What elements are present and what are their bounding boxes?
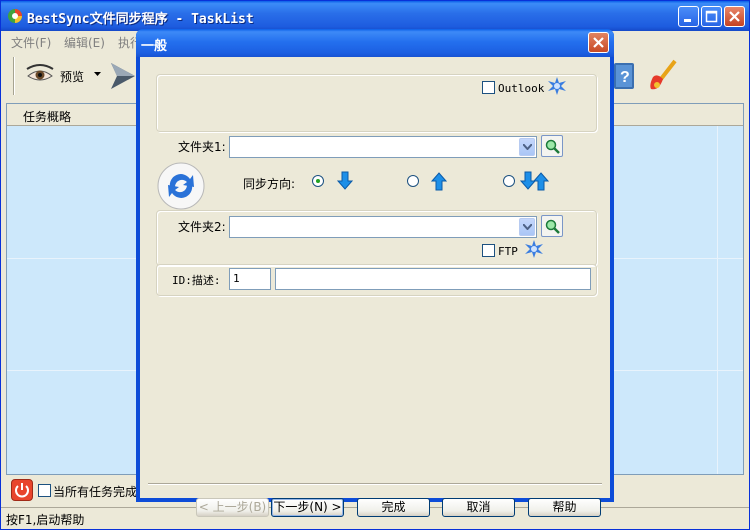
help-button[interactable]: 帮助 [528,498,601,517]
svg-text:?: ? [620,69,630,86]
ftp-settings-icon[interactable] [523,239,545,259]
ftp-label: FTP [498,245,518,258]
main-titlebar[interactable]: BestSync文件同步程序 - TaskList [1,1,749,31]
minimize-icon [684,19,691,22]
ftp-checkbox[interactable] [482,244,495,257]
finish-button-label: 完成 [381,500,406,514]
folder2-label: 文件夹2: [178,220,226,234]
sync-direction-label: 同步方向: [243,177,296,191]
all-tasks-done-checkbox[interactable] [38,484,51,497]
status-text: 按F1,启动帮助 [6,513,85,527]
prev-button-label: < 上一步(B) [198,500,267,514]
toolbar-grip [13,57,15,95]
preview-label: 预览 [60,70,85,84]
id-field[interactable]: 1 [229,268,271,290]
arrow-down-icon [337,171,353,190]
prev-button[interactable]: < 上一步(B) [196,498,269,517]
maximize-button[interactable] [701,6,722,27]
minimize-button[interactable] [678,6,699,27]
radio-selected-dot [316,179,320,183]
next-button-label: 下一步(N) > [273,500,342,514]
eye-icon [26,64,54,81]
folder1-combo[interactable] [229,136,537,158]
menu-edit[interactable]: 编辑(E) [64,34,105,51]
preview-dropdown-icon[interactable] [94,72,102,77]
close-icon [593,37,604,48]
cancel-button[interactable]: 取消 [442,498,515,517]
magnifier-icon [545,219,560,234]
dialog-titlebar[interactable]: 一般 [136,29,614,57]
sync-logo-icon [157,162,205,210]
outlook-label: Outlook [498,82,545,95]
finish-button[interactable]: 完成 [357,498,430,517]
power-icon [15,483,29,498]
menu-file[interactable]: 文件(F) [11,34,51,51]
chevron-down-icon [523,224,532,230]
folder1-browse-button[interactable] [541,135,563,157]
help-button-label: 帮助 [552,500,577,514]
folder2-browse-button[interactable] [541,215,563,237]
maximize-icon [705,10,718,23]
dialog-body: Outlook 文件夹1: 同步方向: 文件夹2: FTP ID:描述: 1 <… [140,57,610,517]
task-summary-column-header[interactable]: 任务概略 [23,108,71,125]
help-book-icon[interactable]: ? [611,60,637,92]
folder1-label: 文件夹1: [178,140,226,154]
folder1-dropdown-button[interactable] [519,138,535,156]
chevron-down-icon [523,144,532,150]
run-icon[interactable] [109,61,137,91]
description-field[interactable] [275,268,591,290]
id-value: 1 [233,272,240,285]
close-icon [729,11,740,22]
direction-one-way-down-radio[interactable] [312,175,324,187]
close-button[interactable] [724,6,745,27]
direction-one-way-up-radio[interactable] [407,175,419,187]
dialog-close-button[interactable] [588,32,609,53]
all-tasks-done-label: 当所有任务完成 [53,485,138,499]
arrow-up-icon [431,172,447,191]
magnifier-icon [545,139,560,154]
outlook-checkbox[interactable] [482,81,495,94]
app-icon [8,9,22,23]
grid-line [717,126,718,474]
next-button[interactable]: 下一步(N) > [271,498,344,517]
general-dialog: 一般 Outlook 文件夹1: 同步方向: 文件夹2: FTP ID:描述: … [136,29,614,517]
folder2-combo[interactable] [229,216,537,238]
preview-button[interactable]: 预览 [60,68,84,85]
direction-two-way-radio[interactable] [503,175,515,187]
id-description-label: ID:描述: [172,274,221,287]
dialog-separator [148,483,602,485]
clean-brush-icon[interactable] [647,59,679,93]
arrow-both-icon [520,171,550,191]
outlook-settings-icon[interactable] [546,76,568,96]
main-window-title: BestSync文件同步程序 - TaskList [27,12,254,27]
power-button[interactable] [11,479,33,501]
dialog-title: 一般 [141,39,168,54]
folder2-dropdown-button[interactable] [519,218,535,236]
cancel-button-label: 取消 [466,500,491,514]
